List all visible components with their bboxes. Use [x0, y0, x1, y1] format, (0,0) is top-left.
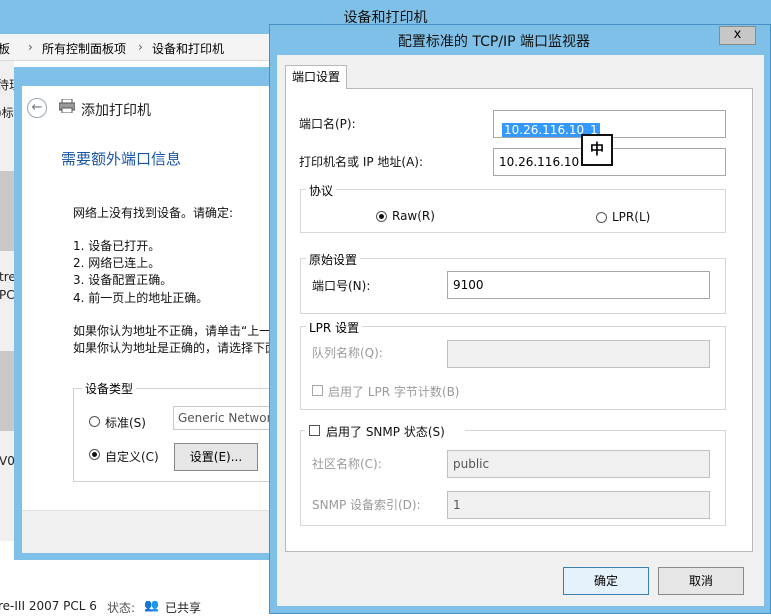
wizard-check-item: 3. 设备配置正确。 [73, 273, 173, 287]
lpr-radio[interactable] [596, 212, 607, 223]
raw-settings-legend: 原始设置 [306, 251, 361, 268]
queue-name-label: 队列名称(Q): [312, 346, 383, 360]
cancel-button[interactable]: 取消 [658, 567, 744, 595]
snmp-status-label[interactable]: 启用了 SNMP 状态(S) [326, 423, 445, 440]
standard-device-value: Generic Networ [178, 411, 272, 425]
printer-image [0, 351, 14, 431]
wizard-check-item: 2. 网络已连上。 [73, 256, 161, 270]
printer-address-value: 10.26.116.10 [499, 155, 580, 169]
explorer-left-pane: 待现 )标 tre PCL V0' [0, 61, 21, 541]
snmp-status-checkbox[interactable] [309, 425, 320, 436]
queue-name-input[interactable] [447, 340, 710, 368]
lpr-settings-legend: LPR 设置 [306, 319, 363, 336]
printer-address-label: 打印机名或 IP 地址(A): [299, 155, 424, 169]
standard-radio-label[interactable]: 标准(S) [105, 414, 146, 431]
standard-radio[interactable] [89, 416, 100, 427]
wizard-note: 如果你认为地址不正确，请单击“上一 [73, 324, 269, 338]
left-fragment: )标 [0, 106, 14, 120]
printer-icon [58, 98, 76, 114]
lpr-radio-label[interactable]: LPR(L) [612, 210, 650, 224]
community-name-input[interactable]: public [447, 450, 710, 478]
port-number-label: 端口号(N): [312, 279, 371, 293]
lpr-byte-count-checkbox[interactable] [312, 385, 323, 396]
wizard-note: 如果你认为地址是正确的，请选择下面 [73, 341, 269, 355]
raw-radio[interactable] [376, 211, 387, 222]
back-arrow-icon[interactable]: ← [27, 98, 47, 118]
protocol-legend: 协议 [306, 182, 337, 199]
raw-radio-label[interactable]: Raw(R) [392, 209, 435, 223]
community-name-value: public [453, 457, 490, 471]
port-number-input[interactable]: 9100 [447, 271, 710, 299]
wizard-check-item: 1. 设备已打开。 [73, 239, 161, 253]
snmp-index-input[interactable]: 1 [447, 491, 710, 519]
status-label: 状态: [107, 601, 136, 615]
wizard-title: 添加打印机 [81, 103, 151, 119]
port-number-value: 9100 [453, 278, 484, 292]
breadcrumb-item[interactable]: 所有控制面板项 [42, 40, 126, 57]
chevron-right-icon: › [138, 40, 143, 54]
chevron-right-icon: › [28, 40, 33, 54]
status-device-name: re-III 2007 PCL 6 [0, 599, 97, 613]
device-type-legend: 设备类型 [82, 380, 137, 397]
lpr-byte-count-label[interactable]: 启用了 LPR 字节计数(B) [328, 383, 460, 400]
ime-indicator: 中 [581, 134, 613, 166]
dialog-title: 配置标准的 TCP/IP 端口监视器 [397, 34, 591, 50]
tab-port-settings[interactable]: 端口设置 [285, 65, 347, 89]
wizard-footer [22, 510, 270, 553]
share-icon: 👥 [144, 598, 159, 612]
wizard-heading: 需要额外端口信息 [61, 150, 182, 168]
community-name-label: 社区名称(C): [312, 457, 382, 471]
custom-radio[interactable] [89, 449, 100, 460]
protocol-group [300, 189, 726, 233]
settings-button[interactable]: 设置(E)... [174, 443, 258, 471]
breadcrumb-item[interactable]: 板 [0, 40, 10, 57]
printer-image [0, 171, 14, 251]
status-share: 已共享 [165, 601, 202, 615]
custom-radio-label[interactable]: 自定义(C) [105, 448, 159, 465]
snmp-index-label: SNMP 设备索引(D): [312, 498, 421, 512]
wizard-intro: 网络上没有找到设备。请确定: [73, 206, 234, 220]
breadcrumb-item[interactable]: 设备和打印机 [152, 40, 224, 57]
port-name-label: 端口名(P): [299, 117, 356, 131]
ok-button[interactable]: 确定 [563, 567, 649, 595]
standard-device-select[interactable]: Generic Networ [173, 406, 272, 430]
wizard-check-item: 4. 前一页上的地址正确。 [73, 291, 209, 305]
snmp-index-value: 1 [453, 498, 461, 512]
close-icon[interactable]: x [719, 26, 756, 45]
